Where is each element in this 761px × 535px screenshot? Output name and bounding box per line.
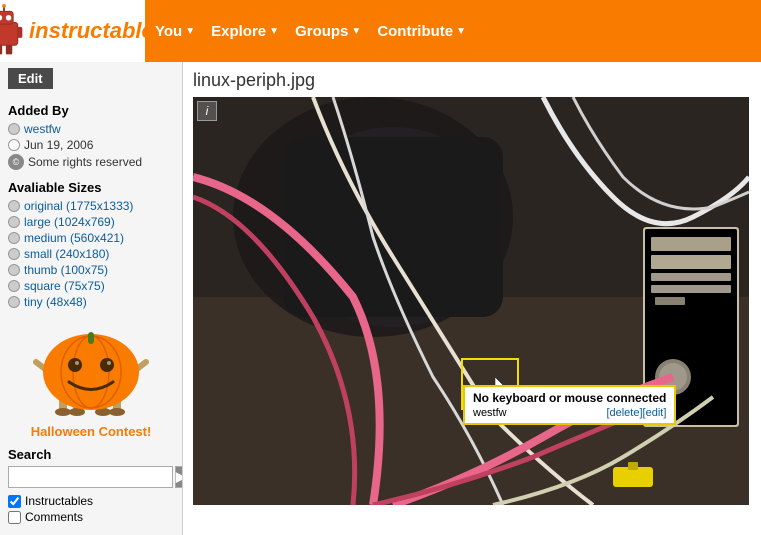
header: instructables You ▼ Explore ▼ Groups ▼ C… bbox=[0, 0, 761, 62]
photo-svg bbox=[193, 97, 749, 505]
search-row: ▶ bbox=[8, 466, 174, 488]
size-tiny-row: tiny (48x48) bbox=[8, 295, 174, 309]
search-label: Search bbox=[8, 447, 174, 462]
sidebar: Edit Added By westfw Jun 19, 2006 © Some… bbox=[0, 62, 183, 535]
author-name[interactable]: westfw bbox=[24, 122, 61, 136]
size-tiny-icon bbox=[8, 296, 20, 308]
instructables-checkbox-label: Instructables bbox=[25, 494, 93, 508]
size-medium-row: medium (560x421) bbox=[8, 231, 174, 245]
size-square-icon bbox=[8, 280, 20, 292]
logo-area: instructables bbox=[0, 0, 145, 62]
size-large-icon bbox=[8, 216, 20, 228]
comments-checkbox[interactable] bbox=[8, 511, 21, 524]
nav-you-label: You bbox=[155, 23, 182, 40]
tooltip-edit-link[interactable]: [edit] bbox=[643, 407, 667, 419]
size-original-row: original (1775x1333) bbox=[8, 199, 174, 213]
info-button[interactable]: i bbox=[197, 101, 217, 121]
comments-checkbox-label: Comments bbox=[25, 510, 83, 524]
size-original-icon bbox=[8, 200, 20, 212]
size-large-link[interactable]: large (1024x769) bbox=[24, 215, 115, 229]
size-square-link[interactable]: square (75x75) bbox=[24, 279, 105, 293]
nav-explore-label: Explore bbox=[211, 23, 266, 40]
instructables-checkbox-row: Instructables bbox=[8, 494, 174, 508]
nav-you-arrow: ▼ bbox=[185, 26, 195, 37]
instructables-checkbox[interactable] bbox=[8, 495, 21, 508]
logo-icon bbox=[0, 4, 29, 59]
added-by-title: Added By bbox=[8, 103, 174, 118]
rights-icon: © bbox=[8, 154, 24, 170]
main-nav: You ▼ Explore ▼ Groups ▼ Contribute ▼ bbox=[145, 23, 466, 40]
size-thumb-link[interactable]: thumb (100x75) bbox=[24, 263, 108, 277]
size-square-row: square (75x75) bbox=[8, 279, 174, 293]
size-medium-icon bbox=[8, 232, 20, 244]
date-value: Jun 19, 2006 bbox=[24, 138, 93, 152]
image-title: linux-periph.jpg bbox=[193, 70, 751, 91]
author-row: westfw bbox=[8, 122, 174, 136]
date-row: Jun 19, 2006 bbox=[8, 138, 174, 152]
size-small-link[interactable]: small (240x180) bbox=[24, 247, 109, 261]
author-icon bbox=[8, 123, 20, 135]
pumpkin-icon bbox=[31, 317, 151, 417]
comments-checkbox-row: Comments bbox=[8, 510, 174, 524]
rights-row: © Some rights reserved bbox=[8, 154, 174, 170]
image-wrapper: i bbox=[193, 97, 749, 505]
size-small-row: small (240x180) bbox=[8, 247, 174, 261]
nav-groups-label: Groups bbox=[295, 23, 348, 40]
nav-explore-arrow: ▼ bbox=[269, 26, 279, 37]
nav-groups[interactable]: Groups ▼ bbox=[295, 23, 361, 40]
date-icon bbox=[8, 139, 20, 151]
search-button[interactable]: ▶ bbox=[175, 466, 183, 488]
nav-you[interactable]: You ▼ bbox=[155, 23, 195, 40]
edit-button[interactable]: Edit bbox=[8, 68, 53, 89]
content-area: Edit Added By westfw Jun 19, 2006 © Some… bbox=[0, 62, 761, 535]
size-tiny-link[interactable]: tiny (48x48) bbox=[24, 295, 87, 309]
photo-image: No keyboard or mouse connected westfw [d… bbox=[193, 97, 749, 505]
search-area: Search ▶ Instructables Comments bbox=[8, 447, 174, 524]
size-small-icon bbox=[8, 248, 20, 260]
tooltip-title: No keyboard or mouse connected bbox=[473, 391, 666, 405]
size-thumb-row: thumb (100x75) bbox=[8, 263, 174, 277]
nav-contribute-label: Contribute bbox=[377, 23, 453, 40]
main-content: linux-periph.jpg i bbox=[183, 62, 761, 535]
nav-explore[interactable]: Explore ▼ bbox=[211, 23, 279, 40]
halloween-contest-link[interactable]: Halloween Contest! bbox=[8, 424, 174, 439]
size-medium-link[interactable]: medium (560x421) bbox=[24, 231, 124, 245]
tooltip-actions: [delete][edit] bbox=[606, 407, 666, 419]
tooltip-author: westfw bbox=[473, 407, 507, 419]
size-thumb-icon bbox=[8, 264, 20, 276]
sizes-title: Avaliable Sizes bbox=[8, 180, 174, 195]
size-original-link[interactable]: original (1775x1333) bbox=[24, 199, 133, 213]
nav-groups-arrow: ▼ bbox=[351, 26, 361, 37]
search-input[interactable] bbox=[8, 466, 173, 488]
tooltip-delete-link[interactable]: [delete] bbox=[606, 407, 642, 419]
nav-contribute-arrow: ▼ bbox=[456, 26, 466, 37]
annotation-tooltip: No keyboard or mouse connected westfw [d… bbox=[463, 385, 676, 425]
rights-text: Some rights reserved bbox=[28, 155, 142, 169]
tooltip-footer: westfw [delete][edit] bbox=[473, 407, 666, 419]
pumpkin-area bbox=[8, 317, 174, 420]
size-large-row: large (1024x769) bbox=[8, 215, 174, 229]
nav-contribute[interactable]: Contribute ▼ bbox=[377, 23, 466, 40]
